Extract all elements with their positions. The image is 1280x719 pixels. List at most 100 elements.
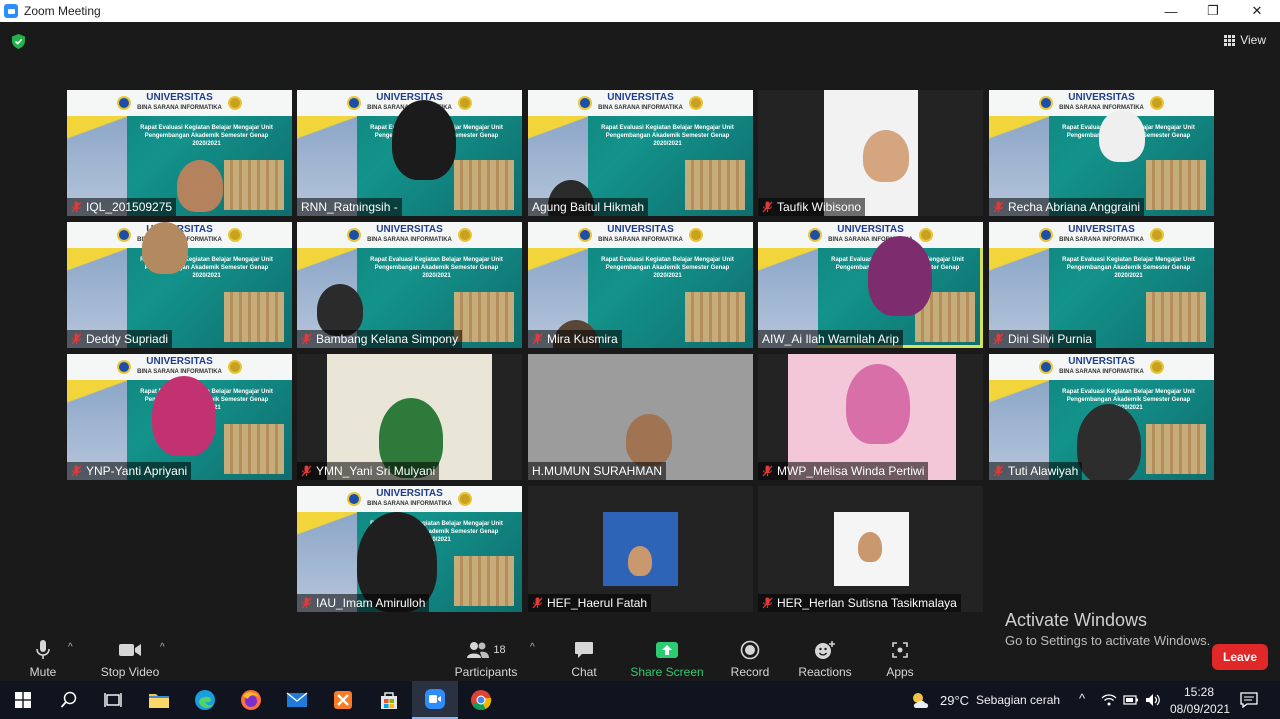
folder-icon [149,694,169,708]
participant-name-label: MWP_Melisa Winda Pertiwi [758,462,929,480]
slide-header: UNIVERSITASBINA SARANA INFORMATIKA [989,90,1214,116]
zoom-taskbar-button[interactable] [412,681,458,719]
participant-name: IAU_Imam Amirulloh [316,596,426,610]
chat-bubble-icon [572,638,596,662]
share-screen-button[interactable]: Share Screen [630,634,704,681]
video-tile[interactable]: UNIVERSITASBINA SARANA INFORMATIKARapat … [758,222,983,348]
view-button[interactable]: View [1224,33,1266,47]
participant-name: HER_Herlan Sutisna Tasikmalaya [777,596,957,610]
participant-name: YNP-Yanti Apriyani [86,464,188,478]
slide-university-title: UNIVERSITAS [146,356,213,367]
video-tile[interactable]: UNIVERSITASBINA SARANA INFORMATIKARapat … [67,354,292,480]
video-tile[interactable]: H.MUMUN SURAHMAN [528,354,753,480]
mail-taskbar-button[interactable] [274,681,320,719]
video-tile[interactable]: MWP_Melisa Winda Pertiwi [758,354,983,480]
chat-button[interactable]: Chat [568,634,600,681]
slide-event-line1: Rapat Evaluasi Kegiatan Belajar Mengajar… [140,125,273,131]
video-tile[interactable]: UNIVERSITASBINA SARANA INFORMATIKARapat … [989,222,1214,348]
participant-name: HEF_Haerul Fatah [547,596,648,610]
mute-button[interactable]: Mute [24,634,62,681]
participant-name: IQL_201509275 [86,200,173,214]
speaker-volume-icon[interactable] [1145,693,1161,707]
slide-campus-graphic [1146,292,1206,342]
slide-campus-graphic [685,160,745,210]
shield-icon[interactable] [12,34,25,49]
battery-icon[interactable] [1123,694,1139,706]
activate-windows-subtitle: Go to Settings to activate Windows. [1005,633,1211,648]
slide-header: UNIVERSITASBINA SARANA INFORMATIKA [528,222,753,248]
stop-video-button[interactable]: Stop Video [100,634,160,681]
video-tile[interactable]: UNIVERSITASBINA SARANA INFORMATIKARapat … [297,90,522,216]
file-explorer-taskbar-button[interactable] [136,681,182,719]
show-hidden-icons-chevron-icon[interactable]: ^ [1079,691,1085,706]
windows-taskbar: 29°C Sebagian cerah ^ 15:28 08/09/2021 [0,681,1280,719]
emoji-icon [813,638,837,662]
weather-description[interactable]: Sebagian cerah [976,693,1060,707]
reactions-button[interactable]: Reactions [798,634,852,681]
video-tile[interactable]: UNIVERSITASBINA SARANA INFORMATIKARapat … [528,222,753,348]
edge-taskbar-button[interactable] [182,681,228,719]
slide-event-text: Rapat Evaluasi Kegiatan Belajar Mengajar… [131,124,282,148]
record-button[interactable]: Record [730,634,770,681]
share-screen-icon [655,638,679,662]
leave-button[interactable]: Leave [1212,644,1268,670]
grid-icon [1224,34,1236,46]
video-tile[interactable]: UNIVERSITASBINA SARANA INFORMATIKARapat … [297,222,522,348]
task-view-button[interactable] [90,681,136,719]
slide-event-text: Rapat Evaluasi Kegiatan Belajar Mengajar… [361,256,512,280]
microphone-muted-icon [301,333,312,345]
university-logo-icon [347,96,362,110]
participant-name: Tuti Alawiyah [1008,464,1079,478]
chrome-taskbar-button[interactable] [458,681,504,719]
slide-university-name: UNIVERSITASBINA SARANA INFORMATIKA [1059,93,1144,113]
slide-event-line2: Pengembangan Akademik Semester Genap 202… [1066,265,1191,279]
video-tile[interactable]: UNIVERSITASBINA SARANA INFORMATIKARapat … [528,90,753,216]
video-tile[interactable]: UNIVERSITASBINA SARANA INFORMATIKARapat … [989,354,1214,480]
apps-button[interactable]: Apps [882,634,918,681]
xampp-taskbar-button[interactable] [320,681,366,719]
wifi-icon[interactable] [1101,694,1117,706]
clock-date[interactable]: 08/09/2021 [1170,702,1230,716]
audio-options-caret[interactable]: ^ [68,642,73,653]
action-center-notification-icon[interactable] [1240,692,1258,708]
seal-logo-icon [1149,96,1164,110]
slide-university-name: UNIVERSITASBINA SARANA INFORMATIKA [367,489,452,509]
video-tile[interactable]: Taufik Wibisono [758,90,983,216]
video-tile[interactable]: YMN_Yani Sri Mulyani [297,354,522,480]
participants-options-caret[interactable]: ^ [530,642,535,653]
slide-university-subtitle: BINA SARANA INFORMATIKA [598,237,683,243]
video-camera-icon [118,638,142,662]
microphone-icon [31,638,55,662]
slide-event-line1: Rapat Evaluasi Kegiatan Belajar Mengajar… [370,257,503,263]
clock-time[interactable]: 15:28 [1184,685,1214,699]
slide-event-line2: Pengembangan Akademik Semester Genap 202… [605,265,730,279]
maximize-button[interactable]: ❐ [1190,0,1236,22]
apps-label: Apps [886,665,914,679]
firefox-taskbar-button[interactable] [228,681,274,719]
participants-count: 18 [493,644,506,656]
seal-logo-icon [227,360,242,374]
participant-name-label: AIW_Ai Ilah Warnilah Arip [758,330,903,348]
university-logo-icon [117,96,132,110]
participant-video [858,532,882,562]
weather-partly-cloudy-icon [913,693,929,708]
video-tile[interactable]: UNIVERSITASBINA SARANA INFORMATIKARapat … [67,222,292,348]
video-tile[interactable]: UNIVERSITASBINA SARANA INFORMATIKARapat … [989,90,1214,216]
participants-button[interactable]: 18 Participants [455,634,517,681]
video-tile[interactable]: HER_Herlan Sutisna Tasikmalaya [758,486,983,612]
university-logo-icon [808,228,823,242]
weather-temperature[interactable]: 29°C [940,693,969,708]
stop-video-label: Stop Video [100,665,160,679]
close-button[interactable]: ✕ [1234,0,1280,22]
video-tile[interactable]: HEF_Haerul Fatah [528,486,753,612]
minimize-button[interactable]: — [1148,0,1194,22]
store-taskbar-button[interactable] [366,681,412,719]
start-button[interactable] [0,681,46,719]
microphone-muted-icon [762,465,773,477]
search-button[interactable] [46,681,92,719]
video-tile[interactable]: UNIVERSITASBINA SARANA INFORMATIKARapat … [297,486,522,612]
participant-name-label: HER_Herlan Sutisna Tasikmalaya [758,594,961,612]
video-tile[interactable]: UNIVERSITASBINA SARANA INFORMATIKARapat … [67,90,292,216]
slide-header: UNIVERSITASBINA SARANA INFORMATIKA [297,486,522,512]
video-options-caret[interactable]: ^ [160,642,165,653]
